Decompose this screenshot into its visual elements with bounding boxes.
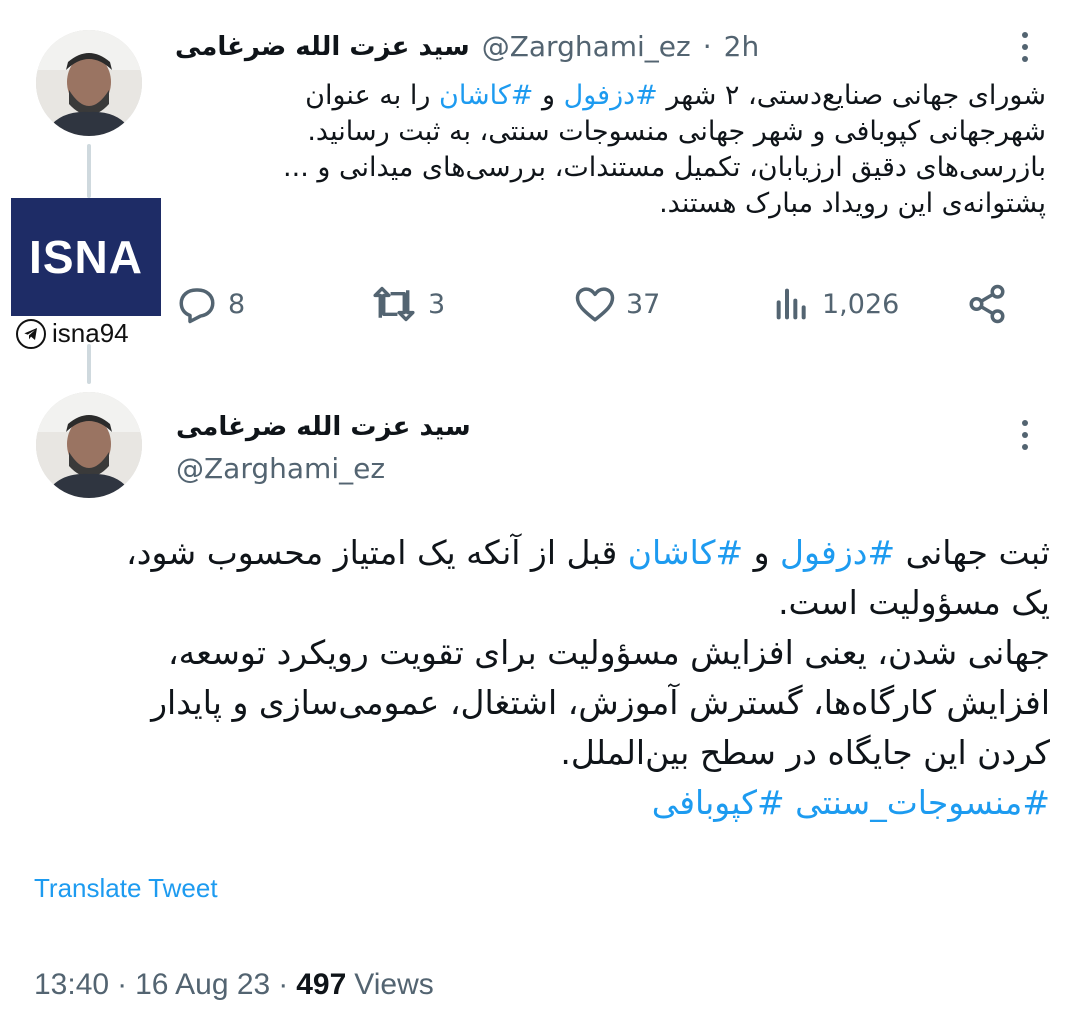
tweet-text-segment: افزایش کارگاه‌ها، گسترش آموزش، اشتغال، ع… — [151, 683, 1050, 722]
views-count: 1,026 — [822, 288, 900, 320]
thread-line — [87, 344, 91, 384]
tweet-text: شورای جهانی صنایع‌دستی، ۲ شهر #دزفول و #… — [166, 78, 1046, 222]
reply-count: 8 — [228, 288, 246, 320]
views-count: 497 — [296, 968, 347, 1001]
retweet-count: 3 — [428, 288, 446, 320]
tweet-line: #منسوجات_سنتی #کپوبافی — [20, 778, 1050, 828]
author-name[interactable]: سید عزت الله ضرغامی — [176, 412, 471, 442]
tweet-text-segment: شهرجهانی کپوبافی و شهر جهانی منسوجات سنت… — [307, 116, 1046, 147]
tweet-text-segment: جهانی شدن، یعنی افزایش مسؤولیت برای تقوی… — [167, 633, 1050, 672]
isna-logo: ISNA — [11, 198, 161, 316]
tweet-line: شهرجهانی کپوبافی و شهر جهانی منسوجات سنت… — [166, 114, 1046, 150]
thread-line — [87, 144, 91, 198]
like-button[interactable]: 37 — [574, 283, 660, 325]
hashtag-link[interactable]: #کاشان — [439, 80, 533, 111]
tweet-line: پشتوانه‌ی این رویداد مبارک هستند. — [166, 186, 1046, 222]
tweet-line: جهانی شدن، یعنی افزایش مسؤولیت برای تقوی… — [20, 628, 1050, 678]
like-icon — [574, 283, 616, 325]
reply-button[interactable]: 8 — [176, 283, 245, 325]
reply-icon — [176, 283, 218, 325]
tweet-text-segment: و — [533, 80, 564, 111]
tweet-time[interactable]: 2h — [724, 30, 760, 63]
telegram-channel-badge: isna94 — [16, 318, 129, 349]
author-avatar[interactable] — [36, 392, 142, 498]
tweet-line: افزایش کارگاه‌ها، گسترش آموزش، اشتغال، ع… — [20, 678, 1050, 728]
tweet-line: شورای جهانی صنایع‌دستی، ۲ شهر #دزفول و #… — [166, 78, 1046, 114]
retweet-button[interactable]: 3 — [370, 283, 445, 325]
share-icon — [966, 283, 1008, 325]
telegram-channel: isna94 — [52, 318, 129, 348]
hashtag-link[interactable]: #کاشان — [628, 533, 743, 572]
author-handle[interactable]: @Zarghami_ez — [176, 452, 385, 485]
tweet-line: ثبت جهانی #دزفول و #کاشان قبل از آنکه یک… — [20, 528, 1050, 578]
retweet-icon — [370, 283, 418, 325]
hashtag-link[interactable]: #دزفول — [780, 533, 895, 572]
hashtag-link[interactable]: #دزفول — [564, 80, 658, 111]
share-button[interactable] — [966, 283, 1008, 325]
tweet-text-segment: ثبت جهانی — [895, 533, 1050, 572]
tweet-date[interactable]: 16 Aug 23 — [135, 968, 270, 1002]
author-handle[interactable]: @Zarghami_ez — [482, 30, 691, 63]
more-vertical-icon[interactable] — [1020, 420, 1030, 450]
author-avatar[interactable] — [36, 30, 142, 136]
tweet-meta: 13:40 · 16 Aug 23 · 497 Views — [34, 968, 434, 1002]
tweet-text-segment: را به عنوان — [305, 80, 439, 111]
header-separator: · — [702, 30, 712, 63]
like-count: 37 — [626, 288, 661, 320]
author-name[interactable]: سید عزت الله ضرغامی — [175, 32, 470, 62]
tweet-text-segment: پشتوانه‌ی این رویداد مبارک هستند. — [659, 188, 1046, 219]
tweet-text-segment: شورای جهانی صنایع‌دستی، ۲ شهر — [657, 80, 1046, 111]
meta-separator: · — [117, 968, 128, 1001]
tweet-time[interactable]: 13:40 — [34, 968, 109, 1002]
hashtag-link[interactable]: #منسوجات_سنتی #کپوبافی — [652, 783, 1050, 822]
isna-logo-text: ISNA — [29, 231, 143, 283]
views-label: Views — [354, 968, 434, 1001]
tweet-line: کردن این جایگاه در سطح بین‌الملل. — [20, 728, 1050, 778]
telegram-icon — [16, 318, 46, 349]
tweet-text: ثبت جهانی #دزفول و #کاشان قبل از آنکه یک… — [20, 528, 1050, 828]
translate-tweet-link[interactable]: Translate Tweet — [34, 873, 218, 904]
tweet-text-segment: یک مسؤولیت است. — [778, 583, 1050, 622]
tweet-text-segment: بازرسی‌های دقیق ارزیابان، تکمیل مستندات،… — [283, 152, 1046, 183]
views-button[interactable]: 1,026 — [772, 283, 899, 325]
views-icon — [772, 283, 812, 325]
tweet-line: یک مسؤولیت است. — [20, 578, 1050, 628]
meta-separator: · — [278, 968, 289, 1001]
tweet-text-segment: و — [743, 533, 781, 572]
tweet-header: سید عزت الله ضرغامی @Zarghami_ez · 2h — [175, 30, 759, 63]
tweet-text-segment: کردن این جایگاه در سطح بین‌الملل. — [560, 733, 1050, 772]
tweet-text-segment: قبل از آنکه یک امتیاز محسوب شود، — [126, 533, 628, 572]
more-vertical-icon[interactable] — [1020, 32, 1030, 62]
tweet-line: بازرسی‌های دقیق ارزیابان، تکمیل مستندات،… — [166, 150, 1046, 186]
